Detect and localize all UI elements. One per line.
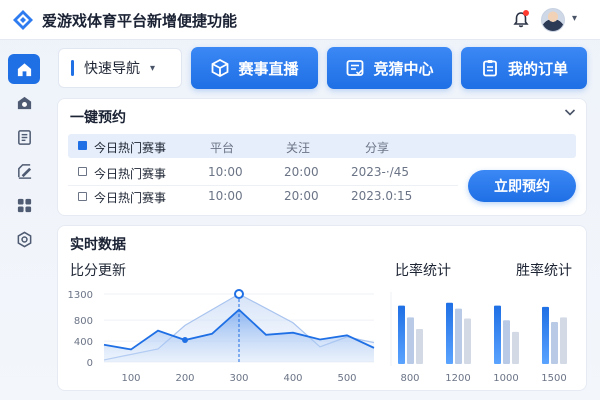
bar [464,318,471,364]
avatar-caret-icon[interactable]: ▾ [572,13,577,24]
column-header-platform: 平台 [210,141,235,155]
row-platform-time: 10:00 [208,189,243,203]
bar [494,305,501,364]
bar-category-label: 1000 [493,373,518,384]
bar [446,302,453,364]
document-icon [17,129,31,145]
guess-center-button[interactable]: 竞猜中心 [327,47,452,89]
row-event-name: 今日热门赛事 [94,191,167,205]
live-match-button[interactable]: 赛事直播 [191,47,318,89]
app-title: 爱游戏体育平台新增便捷功能 [42,12,238,30]
highlight-point [234,289,244,299]
row-platform-time: 10:00 [208,165,243,179]
booking-title: 一键预约 [70,110,126,126]
column-header-watch: 关汪 [286,141,311,155]
home-icon [17,62,31,76]
notification-dot [523,10,529,16]
x-tick-label: 300 [229,373,248,384]
sidebar-item-home[interactable] [8,54,40,84]
cube-icon [212,58,229,78]
row-checkbox[interactable] [78,167,87,176]
bar [455,308,462,364]
x-tick-label: 200 [175,373,194,384]
header-checkbox[interactable] [78,141,87,150]
my-orders-button[interactable]: 我的订单 [461,47,587,89]
x-tick-label: 500 [337,373,356,384]
y-tick-label: 1300 [68,290,93,301]
y-tick-label: 0 [87,358,93,369]
sidebar-item-grid[interactable] [8,190,40,220]
row-event-name: 今日热门赛事 [94,167,167,181]
app-logo-icon [13,10,33,30]
row-divider [68,185,458,186]
x-tick-label: 400 [283,373,302,384]
booking-card: 一键预约 今日热门赛事 平台 关汪 分享 今日热门赛事 10:00 20:00 … [57,98,587,216]
realtime-data-card: 实时数据 比分更新 比率统计 胜率统计 0 400 800 1300 100 200 300… [57,225,587,391]
column-header-share: 分享 [365,141,390,155]
row-checkbox[interactable] [78,192,87,201]
bar [503,320,510,364]
nav-accent-bar [71,60,74,76]
sidebar-item-edit[interactable] [8,156,40,186]
bar [542,306,549,364]
row-share-date: 2023-·/45 [351,165,409,179]
avatar[interactable] [541,8,565,32]
sidebar [0,40,48,400]
row-watch-time: 20:00 [284,165,319,179]
bar [407,317,414,364]
bar-category-label: 800 [400,373,419,384]
sidebar-item-shield[interactable] [8,88,40,118]
edit-icon [17,163,31,179]
marker-point [182,337,188,344]
quick-nav-select[interactable]: 快速导航 ▾ [58,48,182,88]
clipboard-icon [483,60,497,77]
bar [398,305,405,364]
bar [416,329,423,364]
grid-icon [17,198,31,212]
bar [560,317,567,364]
book-now-button[interactable]: 立即预约 [468,170,576,202]
guess-center-label: 竞猜中心 [373,59,434,78]
quick-nav-label: 快速导航 [84,61,140,77]
app-header: 爱游戏体育平台新增便捷功能 ▾ [0,0,600,40]
chevron-down-icon: ▾ [150,62,156,74]
chevron-down-icon[interactable] [564,107,576,120]
y-tick-label: 400 [74,337,93,348]
realtime-charts: 0 400 800 1300 100 200 300 400 500 800 1200 1000 150… [68,289,567,384]
bar-category-label: 1200 [445,373,470,384]
row-watch-time: 20:00 [284,189,319,203]
live-match-label: 赛事直播 [238,59,299,78]
x-tick-label: 100 [121,373,140,384]
bar [512,331,519,364]
hexagon-settings-icon [17,231,31,247]
y-tick-label: 800 [74,316,93,327]
shield-icon [17,96,31,109]
sidebar-item-settings[interactable] [8,224,40,254]
bar [551,322,558,364]
sidebar-item-document[interactable] [8,122,40,152]
column-header-event: 今日热门赛事 [94,141,167,155]
bar-category-label: 1500 [541,373,566,384]
my-orders-label: 我的订单 [507,59,568,78]
row-share-date: 2023.0:15 [351,189,413,203]
ticket-icon [347,60,364,76]
